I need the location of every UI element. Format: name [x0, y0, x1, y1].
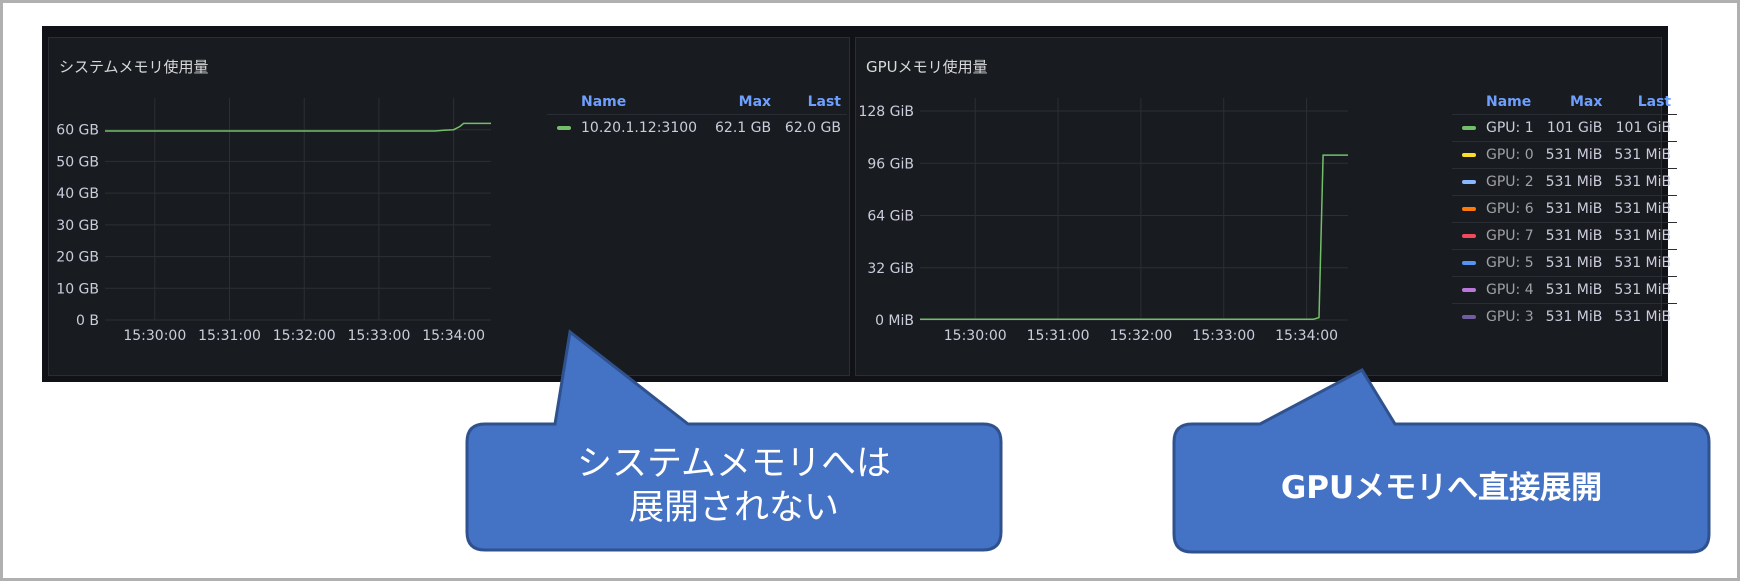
legend-row[interactable]: GPU: 1 101 GiB 101 GiB — [1452, 114, 1678, 142]
x-tick-label: 15:34:00 — [1275, 328, 1338, 344]
legend-color-swatch — [1462, 288, 1476, 292]
x-tick-label: 15:31:00 — [1027, 328, 1090, 344]
y-tick-label: 20 GB — [56, 250, 99, 266]
y-tick-label: 96 GiB — [867, 156, 914, 172]
legend-max: 531 MiB — [1539, 222, 1609, 250]
y-tick-label: 10 GB — [56, 281, 99, 297]
gpu-memory-panel: GPUメモリ使用量 0 MiB 32 GiB 64 GiB 96 GiB 128 GiB… — [855, 37, 1678, 376]
legend-max: 531 MiB — [1539, 276, 1609, 304]
callout-text: GPUメモリへ直接展開 — [1280, 469, 1603, 506]
legend-last: 531 MiB — [1608, 276, 1678, 304]
system-memory-legend: Name Max Last 10.20.1.12:3100 62.1 GB 62.0… — [547, 88, 847, 141]
callout-gpu-memory: GPUメモリへ直接展開 — [1170, 365, 1715, 560]
legend-max: 101 GiB — [1539, 114, 1609, 142]
legend-header-last[interactable]: Last — [777, 88, 847, 115]
y-tick-label: 30 GB — [56, 218, 99, 234]
system-memory-panel: システムメモリ使用量 0 B 10 GB 20 GB 30 GB 40 GB 50 GB 6… — [48, 37, 850, 376]
legend-series-name[interactable]: GPU: 6 — [1452, 195, 1540, 223]
legend-last: 531 MiB — [1608, 222, 1678, 250]
legend-label: GPU: 2 — [1486, 174, 1534, 190]
legend-last: 531 MiB — [1608, 141, 1678, 169]
legend-max: 62.1 GB — [707, 114, 778, 141]
gpu-memory-legend: Name Max Last GPU: 1 101 GiB 101 GiB GPU: 0… — [1452, 88, 1678, 330]
legend-color-swatch — [1462, 153, 1476, 157]
callout-line-2: 展開されない — [628, 488, 839, 528]
y-tick-label: 32 GiB — [867, 261, 914, 277]
legend-last: 531 MiB — [1608, 249, 1678, 277]
legend-row[interactable]: GPU: 6 531 MiB 531 MiB — [1452, 195, 1678, 223]
legend-color-swatch — [1462, 126, 1476, 130]
legend-series-name[interactable]: GPU: 3 — [1452, 303, 1540, 330]
legend-row[interactable]: GPU: 5 531 MiB 531 MiB — [1452, 249, 1678, 277]
callout-system-memory: システムメモリへは 展開されない — [463, 328, 1005, 558]
legend-label: GPU: 7 — [1486, 228, 1534, 244]
callout-text: システムメモリへは 展開されない — [467, 424, 1001, 550]
legend-label: 10.20.1.12:3100 — [581, 120, 698, 136]
legend-series-name[interactable]: GPU: 4 — [1452, 276, 1540, 304]
y-tick-label: 128 GiB — [858, 104, 914, 120]
legend-last: 62.0 GB — [777, 114, 847, 141]
legend-max: 531 MiB — [1539, 195, 1609, 223]
x-tick-label: 15:30:00 — [123, 328, 186, 344]
legend-color-swatch — [1462, 315, 1476, 319]
legend-max: 531 MiB — [1539, 168, 1609, 196]
callout-line-1: システムメモリへは — [577, 444, 891, 485]
x-tick-label: 15:32:00 — [273, 328, 336, 344]
y-tick-label: 50 GB — [56, 154, 99, 170]
legend-last: 531 MiB — [1608, 195, 1678, 223]
legend-max: 531 MiB — [1539, 303, 1609, 330]
legend-color-swatch — [1462, 234, 1476, 238]
legend-header-name[interactable]: Name — [1452, 88, 1540, 115]
legend-series-name[interactable]: GPU: 0 — [1452, 141, 1540, 169]
legend-row[interactable]: GPU: 2 531 MiB 531 MiB — [1452, 168, 1678, 196]
legend-header-max[interactable]: Max — [1540, 88, 1609, 115]
y-tick-label: 64 GiB — [867, 209, 914, 225]
x-tick-label: 15:32:00 — [1109, 328, 1172, 344]
legend-label: GPU: 3 — [1486, 309, 1534, 325]
legend-row[interactable]: GPU: 3 531 MiB 531 MiB — [1452, 303, 1678, 330]
legend-last: 531 MiB — [1608, 303, 1678, 330]
x-tick-label: 15:33:00 — [1192, 328, 1255, 344]
y-tick-label: 40 GB — [56, 186, 99, 202]
y-tick-label: 60 GB — [56, 123, 99, 139]
legend-series-name[interactable]: GPU: 7 — [1452, 222, 1540, 250]
legend-last: 531 MiB — [1608, 168, 1678, 196]
legend-last: 101 GiB — [1608, 114, 1678, 142]
y-tick-label: 0 B — [76, 313, 99, 329]
legend-label: GPU: 5 — [1486, 255, 1534, 271]
legend-row[interactable]: 10.20.1.12:3100 62.1 GB 62.0 GB — [547, 114, 847, 141]
legend-row[interactable]: GPU: 0 531 MiB 531 MiB — [1452, 141, 1678, 169]
legend-series-name[interactable]: GPU: 2 — [1452, 168, 1540, 196]
x-tick-label: 15:31:00 — [198, 328, 261, 344]
legend-series-name[interactable]: GPU: 5 — [1452, 249, 1540, 277]
x-tick-label: 15:33:00 — [347, 328, 410, 344]
legend-max: 531 MiB — [1539, 141, 1609, 169]
legend-series-name[interactable]: GPU: 1 — [1452, 114, 1540, 142]
legend-label: GPU: 4 — [1486, 282, 1534, 298]
legend-color-swatch — [1462, 180, 1476, 184]
legend-row[interactable]: GPU: 7 531 MiB 531 MiB — [1452, 222, 1678, 250]
legend-color-swatch — [557, 126, 571, 130]
legend-series-name[interactable]: 10.20.1.12:3100 — [547, 114, 708, 141]
y-tick-label: 0 MiB — [875, 313, 914, 329]
legend-header-last[interactable]: Last — [1608, 88, 1677, 115]
legend-label: GPU: 0 — [1486, 147, 1534, 163]
series-line — [920, 154, 1348, 320]
legend-header-name[interactable]: Name — [547, 88, 707, 115]
legend-max: 531 MiB — [1539, 249, 1609, 277]
legend-label: GPU: 6 — [1486, 201, 1534, 217]
legend-header-max[interactable]: Max — [707, 88, 777, 115]
legend-color-swatch — [1462, 207, 1476, 211]
legend-color-swatch — [1462, 261, 1476, 265]
legend-label: GPU: 1 — [1486, 120, 1534, 136]
legend-row[interactable]: GPU: 4 531 MiB 531 MiB — [1452, 276, 1678, 304]
